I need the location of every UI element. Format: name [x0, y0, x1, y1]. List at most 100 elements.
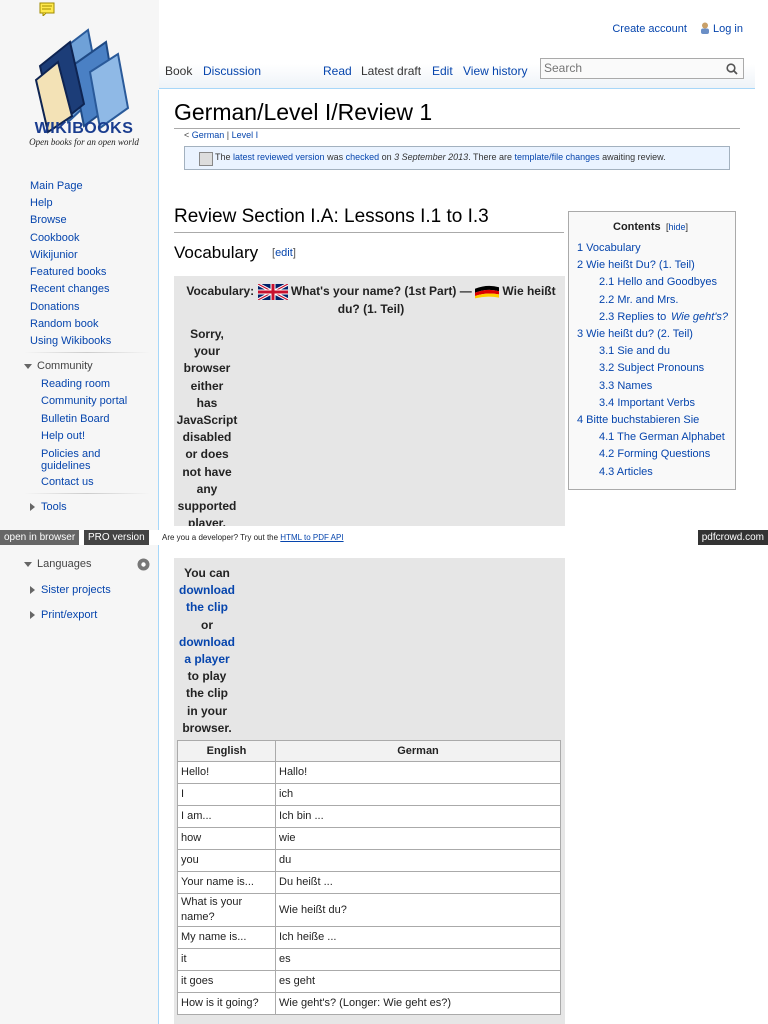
toc-item[interactable]: 3 Wie heißt du? (2. Teil)	[577, 328, 693, 340]
expand-arrow-icon	[30, 586, 35, 595]
toc-item[interactable]: 4.2 Forming Questions	[599, 448, 710, 460]
nav-cookbook[interactable]: Cookbook	[30, 232, 80, 244]
download-link[interactable]: download	[176, 582, 238, 599]
user-icon	[701, 22, 710, 34]
community-policies[interactable]: Policies and guidelines	[41, 448, 121, 472]
table-row: I am... Ich bin ...	[177, 805, 561, 828]
english-cell: My name is...	[177, 926, 276, 949]
fallback-line: or does	[185, 447, 229, 462]
german-cell: wie	[275, 827, 561, 850]
toc-item[interactable]: 4 Bitte buchstabieren Sie	[577, 414, 699, 426]
toc-hide-link[interactable]: hide	[669, 222, 686, 232]
toc-item[interactable]: 2.3 Replies to	[599, 311, 666, 323]
nav-donations[interactable]: Donations	[30, 301, 80, 313]
download-link[interactable]: the clip	[176, 599, 238, 616]
german-flag-icon	[475, 285, 500, 299]
breadcrumb-separator: |	[224, 130, 232, 140]
nav-wikijunior[interactable]: Wikijunior	[30, 249, 78, 261]
tab-latest-draft[interactable]: Latest draft	[361, 64, 421, 78]
section-heading: Review Section I.A: Lessons I.1 to I.3	[174, 206, 489, 227]
languages-heading: Languages	[37, 558, 92, 570]
nav-random-book[interactable]: Random book	[30, 318, 99, 330]
pdfcrowd-brand[interactable]: pdfcrowd.com	[697, 530, 768, 545]
table-row: Your name is... Du heißt ...	[177, 871, 561, 894]
breadcrumb-level-i[interactable]: Level I	[232, 130, 259, 140]
pro-version-button[interactable]: PRO version	[84, 530, 149, 545]
german-cell: ich	[275, 783, 561, 806]
print-export-toggle[interactable]: Print/export	[30, 609, 97, 621]
open-in-browser-button[interactable]: open in browser	[0, 530, 80, 545]
fallback-line: the clip	[185, 686, 228, 701]
breadcrumb-german[interactable]: German	[192, 130, 225, 140]
community-help-out[interactable]: Help out!	[41, 430, 85, 442]
table-row: it goes es geht	[177, 970, 561, 993]
sidebar-divider	[24, 493, 150, 494]
toc-hide-toggle[interactable]: [hide]	[666, 222, 688, 232]
breadcrumb: < German | Level I	[184, 130, 258, 140]
toc-item[interactable]: 2.1 Hello and Goodbyes	[599, 276, 717, 288]
toc-item[interactable]: 3.4 Important Verbs	[599, 397, 695, 409]
tab-read[interactable]: Read	[323, 64, 352, 78]
review-date: 3 September 2013	[394, 152, 469, 162]
section-edit-link[interactable]: edit	[275, 247, 293, 259]
german-cell: Ich heiße ...	[275, 926, 561, 949]
nav-using-wikibooks[interactable]: Using Wikibooks	[30, 335, 111, 347]
tab-book[interactable]: Book	[165, 64, 192, 78]
community-bulletin-board[interactable]: Bulletin Board	[41, 413, 110, 425]
tab-edit[interactable]: Edit	[432, 64, 453, 78]
german-cell: Wie geht's? (Longer: Wie geht es?)	[275, 992, 561, 1015]
toc-item[interactable]: 2 Wie heißt Du? (1. Teil)	[577, 259, 695, 271]
toc-item[interactable]: 3.3 Names	[599, 380, 652, 392]
settings-gear-icon[interactable]	[137, 558, 150, 571]
latest-reviewed-link[interactable]: latest reviewed version	[233, 152, 325, 162]
feedback-note-icon[interactable]	[39, 2, 55, 16]
tab-discussion[interactable]: Discussion	[203, 64, 261, 78]
vocabulary-table: English German Hello! Hallo! Iich I am... Ic…	[177, 740, 561, 1015]
create-account-link[interactable]: Create account	[612, 23, 687, 35]
search-icon[interactable]	[726, 63, 738, 75]
personal-tools: Create account Log in	[612, 22, 743, 35]
html-to-pdf-api-link[interactable]: HTML to PDF API	[280, 533, 343, 542]
download-link[interactable]: a player	[176, 651, 238, 668]
checked-link[interactable]: checked	[346, 152, 380, 162]
login-group[interactable]: Log in	[700, 22, 743, 35]
logo-wordmark[interactable]: WIKIBOOKS	[14, 120, 154, 138]
vocabulary-table-body: Hello! Hallo! Iich I am... Ich bin ... how wie…	[177, 761, 561, 1015]
community-portal-link[interactable]: Community portal	[41, 395, 127, 407]
toc-item[interactable]: 4.1 The German Alphabet	[599, 431, 725, 443]
download-link[interactable]: download	[176, 634, 238, 651]
toc-item[interactable]: 1 Vocabulary	[577, 242, 641, 254]
german-cell: Wie heißt du?	[275, 893, 561, 927]
english-cell: it goes	[177, 970, 276, 993]
german-cell: es	[275, 948, 561, 971]
search-box	[540, 58, 744, 79]
section-edit: [edit]	[272, 247, 296, 259]
logo-tagline: Open books for an open world	[29, 137, 139, 147]
toc-item[interactable]: 3.2 Subject Pronouns	[599, 362, 704, 374]
tools-heading: Tools	[41, 501, 67, 513]
collapse-arrow-icon	[24, 363, 32, 369]
tab-view-history[interactable]: View history	[463, 64, 527, 78]
sister-projects-toggle[interactable]: Sister projects	[30, 584, 111, 596]
community-portal-toggle[interactable]: Community	[24, 360, 93, 372]
nav-recent-changes[interactable]: Recent changes	[30, 283, 110, 295]
tools-portal-toggle[interactable]: Tools	[30, 501, 67, 513]
search-input[interactable]	[541, 59, 727, 77]
table-row: Iich	[177, 783, 561, 806]
nav-main-page[interactable]: Main Page	[30, 180, 83, 192]
toc-item[interactable]: 3.1 Sie and du	[599, 345, 670, 357]
english-cell: I	[177, 783, 276, 806]
languages-portal-toggle[interactable]: Languages	[24, 558, 91, 570]
login-link[interactable]: Log in	[713, 23, 743, 35]
community-contact-us[interactable]: Contact us	[41, 476, 94, 488]
nav-browse[interactable]: Browse	[30, 214, 67, 226]
nav-featured-books[interactable]: Featured books	[30, 266, 106, 278]
template-changes-link[interactable]: template/file changes	[515, 152, 600, 162]
german-cell: es geht	[275, 970, 561, 993]
breadcrumb-prefix: <	[184, 130, 192, 140]
toc-item[interactable]: 2.2 Mr. and Mrs.	[599, 294, 678, 306]
nav-help[interactable]: Help	[30, 197, 53, 209]
toc-item-emphasis[interactable]: Wie geht's?	[671, 311, 728, 323]
community-reading-room[interactable]: Reading room	[41, 378, 110, 390]
toc-item[interactable]: 4.3 Articles	[599, 466, 653, 478]
